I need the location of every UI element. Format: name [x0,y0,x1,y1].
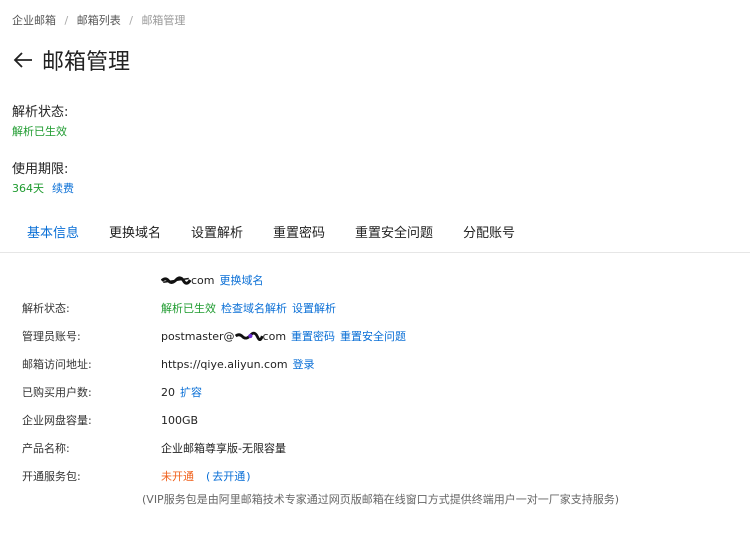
tab-set-resolve[interactable]: 设置解析 [191,222,243,241]
info-value: 100GB [161,414,198,427]
usage-days: 364天 [12,182,44,195]
breadcrumb-current: 邮箱管理 [141,14,186,27]
resolve-status-text: 解析已生效 [161,302,216,315]
access-url: https://qiye.aliyun.com [161,357,288,371]
info-label: 产品名称: [22,442,70,455]
arrow-left-icon[interactable] [12,49,34,71]
breadcrumb-enterprise-mail[interactable]: 企业邮箱 [12,14,56,27]
change-domain-link[interactable]: 更换域名 [220,272,264,288]
resolve-status-block: 解析状态: 解析已生效 [12,101,68,139]
breadcrumb: 企业邮箱 / 邮箱列表 / 邮箱管理 [12,12,185,28]
info-label: 企业网盘容量: [22,414,92,427]
breadcrumb-separator: / [129,14,133,27]
reset-security-question-link[interactable]: 重置安全问题 [340,328,406,344]
breadcrumb-separator: / [64,14,69,27]
usage-period-block: 使用期限: 364天 续费 [12,158,74,196]
tab-divider [0,252,750,253]
reset-password-link[interactable]: 重置密码 [291,328,335,344]
breadcrumb-mailbox-list[interactable]: 邮箱列表 [77,14,121,27]
info-value: 解析已生效 检查域名解析 设置解析 [161,300,336,316]
info-label: 已购买用户数: [22,386,92,399]
vip-note: (VIP服务包是由阿里邮箱技术专家通过网页版邮箱在线窗口方式提供终端用户一对一厂… [142,493,619,506]
login-link[interactable]: 登录 [293,356,315,372]
page-title: 邮箱管理 [42,50,131,75]
usage-period-label: 使用期限: [12,162,69,177]
resolve-status-value: 解析已生效 [12,125,67,138]
user-count: 20 [161,385,175,399]
renew-link[interactable]: 续费 [52,182,74,195]
set-resolve-link[interactable]: 设置解析 [292,300,336,316]
info-value: 未开通 (去开通) [161,468,251,484]
tab-change-domain[interactable]: 更换域名 [109,222,161,241]
redacted-scribble [234,331,263,341]
info-label: 邮箱访问地址: [22,358,92,371]
redacted-scribble [161,276,191,285]
info-label: 开通服务包: [22,470,81,483]
product-name: 企业邮箱尊享版-无限容量 [161,442,286,455]
open-paren: ( [206,469,211,483]
page-header: 邮箱管理 [12,44,130,76]
admin-account-suffix: com [262,329,287,343]
disk-capacity: 100GB [161,413,199,427]
close-paren: ) [246,469,251,483]
activate-link[interactable]: 去开通 [212,468,245,484]
tab-assign-account[interactable]: 分配账号 [463,222,515,241]
domain-suffix: com [191,273,215,287]
info-value: 20 扩容 [161,384,202,400]
tab-basic-info[interactable]: 基本信息 [27,222,79,241]
tab-reset-password[interactable]: 重置密码 [273,222,325,241]
admin-account-prefix: postmaster@ [161,329,235,343]
domain-value: com 更换域名 [161,272,264,288]
info-value: postmaster@ com 重置密码 重置安全问题 [161,328,406,344]
tab-bar: 基本信息 更换域名 设置解析 重置密码 重置安全问题 分配账号 [12,222,750,252]
usage-period-value: 364天 续费 [12,180,74,196]
info-label: 解析状态: [22,302,70,315]
check-resolve-link[interactable]: 检查域名解析 [221,300,287,316]
expand-link[interactable]: 扩容 [180,384,202,400]
service-pack-status: 未开通 [161,470,194,483]
info-value: https://qiye.aliyun.com 登录 [161,356,315,372]
info-label: 管理员账号: [22,330,81,343]
tab-reset-security-question[interactable]: 重置安全问题 [355,222,433,241]
info-value: 企业邮箱尊享版-无限容量 [161,440,286,456]
resolve-status-label: 解析状态: [12,105,69,120]
